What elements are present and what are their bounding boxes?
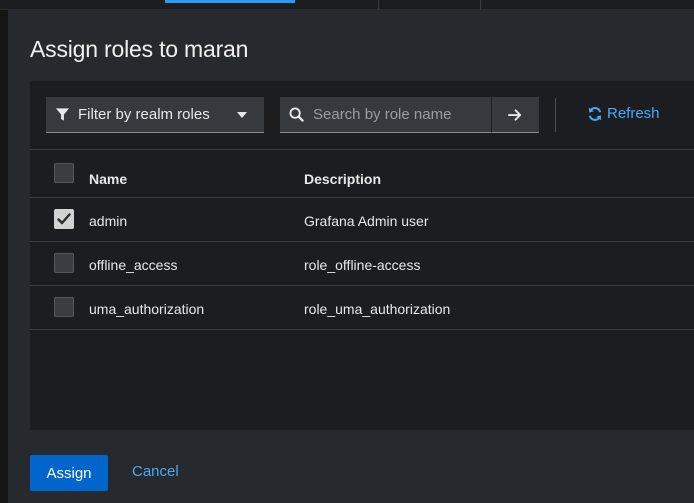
filter-label: Filter by realm roles (78, 106, 210, 123)
assign-roles-modal: Assign roles to maran Filter by realm ro… (8, 10, 694, 503)
filter-by-realm-roles-dropdown[interactable]: Filter by realm roles (46, 97, 264, 133)
role-name: admin (89, 213, 128, 229)
table-row: admin Grafana Admin user (30, 198, 694, 242)
role-description: role_uma_authorization (304, 301, 451, 317)
background-active-tab-indicator (165, 0, 295, 3)
cancel-button[interactable]: Cancel (132, 463, 179, 480)
row-checkbox[interactable] (54, 253, 74, 273)
table-row: offline_access role_offline-access (30, 242, 694, 286)
search-submit-button[interactable] (491, 97, 539, 133)
assign-button[interactable]: Assign (30, 455, 108, 491)
background-tab-divider (378, 0, 379, 10)
caret-down-icon (237, 112, 247, 118)
search-icon (289, 107, 304, 122)
toolbar-divider (555, 98, 556, 132)
refresh-button[interactable]: Refresh (587, 105, 660, 122)
filter-icon (55, 108, 70, 121)
search-box (280, 97, 491, 133)
modal-title: Assign roles to maran (30, 36, 249, 62)
sync-icon (588, 106, 602, 121)
roles-table: Name Description admin Grafana Admin use… (30, 149, 694, 330)
background-top-bar (0, 0, 694, 10)
row-checkbox[interactable] (54, 209, 74, 229)
arrow-right-icon (508, 108, 522, 121)
role-description: Grafana Admin user (304, 213, 429, 229)
background-tab-divider (480, 0, 481, 10)
checkmark-icon (57, 213, 71, 225)
search-input[interactable] (313, 106, 483, 123)
table-header-row: Name Description (30, 150, 694, 198)
column-header-description: Description (304, 171, 382, 187)
role-search-group (280, 97, 539, 133)
refresh-label: Refresh (607, 105, 660, 122)
role-name: offline_access (89, 257, 178, 273)
select-all-checkbox[interactable] (54, 163, 74, 183)
roles-panel: Filter by realm roles Search by role nam… (30, 81, 694, 430)
role-name: uma_authorization (89, 301, 205, 317)
table-row: uma_authorization role_uma_authorization (30, 286, 694, 330)
role-description: role_offline-access (304, 257, 421, 273)
row-checkbox[interactable] (54, 297, 74, 317)
column-header-name: Name (89, 171, 128, 187)
